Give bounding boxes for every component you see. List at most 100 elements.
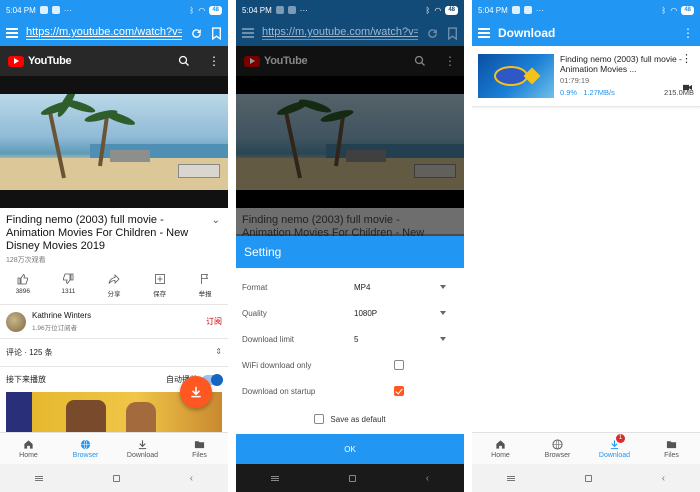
bottom-navigation: Home Browser 1 Download Files (472, 432, 700, 464)
report-button[interactable]: 举报 (185, 273, 225, 298)
back-icon[interactable]: ‹ (190, 473, 193, 484)
video-camera-icon (683, 84, 692, 91)
subscriber-count: 1.96万位订阅者 (32, 325, 78, 332)
comments-label: 评论 · 125 条 (6, 348, 53, 357)
url-input[interactable]: https://m.youtube.com/watch?v= (26, 26, 182, 40)
download-duration: 01:79:19 (560, 76, 590, 85)
format-row[interactable]: Format MP4 (236, 274, 464, 300)
download-limit-select[interactable]: 5 (354, 335, 458, 344)
video-player[interactable] (0, 94, 228, 190)
save-default-checkbox[interactable] (314, 414, 325, 424)
youtube-brand: YouTube (264, 55, 308, 67)
notification-icon (511, 6, 520, 14)
dropdown-caret-icon (440, 285, 446, 289)
youtube-header: YouTube ⋮ (236, 46, 464, 76)
wifi-icon: ◠ (198, 5, 206, 15)
menu-icon[interactable] (6, 28, 18, 38)
system-navigation: ‹ (0, 464, 228, 492)
status-bar: 5:04 PM ··· ᛒ ◠ 48 (236, 0, 464, 20)
thumbs-up-icon (17, 273, 28, 285)
quality-select[interactable]: 1080P (354, 309, 458, 318)
youtube-brand[interactable]: YouTube (28, 55, 174, 67)
refresh-icon[interactable] (190, 27, 203, 40)
download-speed: 1.27MB/s (583, 88, 615, 97)
url-input: https://m.youtube.com/watch?v= (262, 26, 418, 40)
wifi-only-row[interactable]: WiFi download only (236, 352, 464, 378)
system-navigation: ‹ (236, 464, 464, 492)
system-navigation: ‹ (472, 464, 700, 492)
youtube-logo-icon[interactable] (8, 55, 24, 67)
dislike-button[interactable]: 1311 (48, 273, 88, 298)
subscribe-button[interactable]: 订阅 (206, 316, 222, 327)
nav-home-label: Home (491, 451, 510, 459)
battery-icon: 48 (209, 5, 222, 15)
avatar[interactable] (6, 311, 26, 332)
youtube-header: YouTube ⋮ (0, 46, 228, 76)
status-time: 5:04 PM (6, 5, 36, 15)
nav-files[interactable]: Files (171, 433, 228, 464)
status-bar: 5:04 PM ··· ᛒ ◠ 48 (472, 0, 700, 20)
ok-button[interactable]: OK (236, 434, 464, 464)
page-title: Download (498, 26, 556, 40)
video-letterbox (0, 190, 228, 208)
more-options-icon: ⋮ (444, 54, 456, 68)
nav-home-label: Home (19, 451, 38, 459)
menu-icon[interactable] (478, 28, 490, 38)
search-icon[interactable] (178, 55, 190, 67)
recent-apps-icon[interactable] (34, 475, 43, 481)
download-limit-row[interactable]: Download limit 5 (236, 326, 464, 352)
home-square-icon[interactable] (348, 474, 356, 482)
report-label: 举报 (198, 291, 212, 298)
recent-apps-icon[interactable] (506, 475, 515, 481)
back-icon[interactable]: ‹ (426, 473, 429, 484)
home-square-icon[interactable] (584, 474, 592, 482)
home-square-icon[interactable] (112, 474, 120, 482)
nav-browser[interactable]: Browser (57, 433, 114, 464)
comments-row[interactable]: 评论 · 125 条 ⇕ (0, 339, 228, 367)
nav-home[interactable]: Home (472, 433, 529, 464)
like-button[interactable]: 3896 (3, 273, 43, 298)
more-options-icon[interactable]: ⋮ (208, 54, 220, 68)
download-screen: 5:04 PM ··· ᛒ ◠ 48 Download ⋮ Finding ne… (472, 0, 700, 492)
more-options-icon[interactable]: ⋮ (682, 26, 694, 40)
nav-files[interactable]: Files (643, 433, 700, 464)
startup-checkbox[interactable] (394, 386, 404, 396)
status-bar: 5:04 PM ··· ᛒ ◠ 48 (0, 0, 228, 20)
share-button[interactable]: 分享 (94, 273, 134, 298)
back-icon[interactable]: ‹ (662, 473, 665, 484)
download-title: Finding nemo (2003) full movie - Animati… (560, 54, 682, 74)
video-title[interactable]: Finding nemo (2003) full movie - Animati… (0, 208, 228, 253)
format-select[interactable]: MP4 (354, 283, 458, 292)
notification-icon (51, 6, 60, 14)
startup-row[interactable]: Download on startup (236, 378, 464, 404)
wifi-only-checkbox[interactable] (394, 360, 404, 370)
recent-apps-icon[interactable] (270, 475, 279, 481)
channel-name[interactable]: Kathrine Winters (32, 311, 200, 320)
video-letterbox (236, 76, 464, 94)
bookmark-icon[interactable] (211, 26, 222, 40)
wifi-only-label: WiFi download only (242, 360, 312, 370)
save-button[interactable]: 保存 (140, 273, 180, 298)
save-default-row[interactable]: Save as default (236, 414, 464, 424)
nav-files-label: Files (664, 451, 679, 459)
nav-download-label: Download (126, 451, 159, 459)
download-limit-value: 5 (354, 334, 359, 344)
view-count: 128万次观看 (6, 257, 46, 264)
video-letterbox (236, 190, 464, 208)
nav-download[interactable]: Download (114, 433, 171, 464)
browser-screen: 5:04 PM ··· ᛒ ◠ 48 https://m.youtube.com… (0, 0, 228, 492)
channel-row: Kathrine Winters 1.96万位订阅者 订阅 (0, 305, 228, 339)
video-actions: 3896 1311 分享 保存 举报 (0, 267, 228, 305)
nav-download[interactable]: 1 Download (586, 433, 643, 464)
expand-chevron-icon[interactable]: ⌄ (212, 214, 220, 227)
browser-app-bar: https://m.youtube.com/watch?v= (0, 20, 228, 46)
quality-row[interactable]: Quality 1080P (236, 300, 464, 326)
nav-browser[interactable]: Browser (529, 433, 586, 464)
folder-icon (666, 440, 677, 448)
nav-home[interactable]: Home (0, 433, 57, 464)
save-default-label: Save as default (330, 414, 386, 424)
download-fab-button[interactable] (180, 376, 212, 408)
download-item[interactable]: Finding nemo (2003) full movie - Animati… (472, 46, 700, 107)
item-more-icon[interactable]: ⋮ (681, 52, 692, 65)
video-player (236, 94, 464, 190)
